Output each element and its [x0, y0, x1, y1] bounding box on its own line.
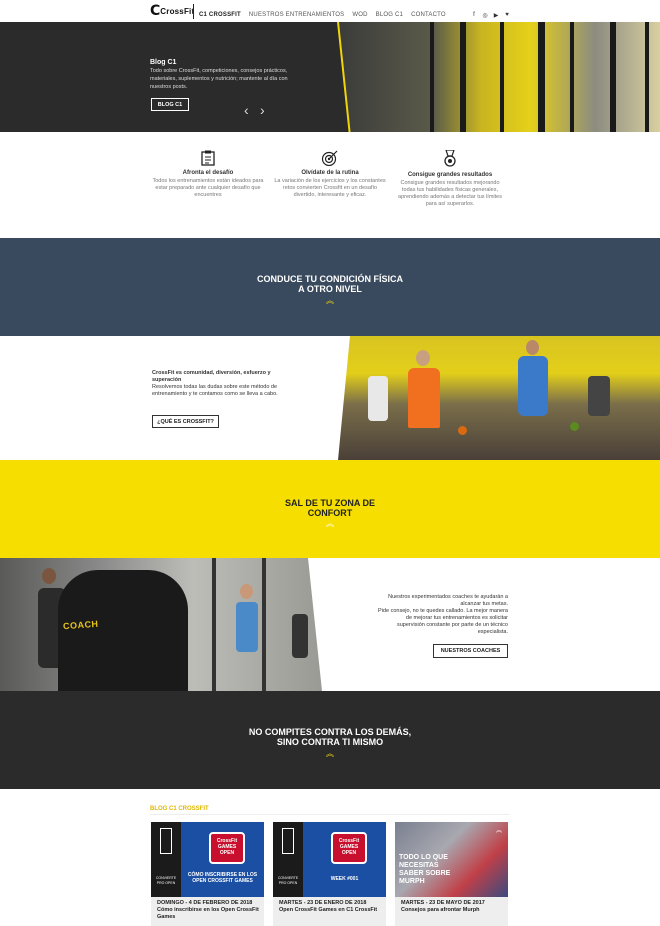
que-es-crossfit-button[interactable]: ¿QUÉ ES CROSSFIT? [152, 415, 219, 428]
blog-card[interactable]: TODO LO QUE NECESITAS SABER SOBRE MURPH … [395, 822, 508, 926]
nuestros-coaches-button[interactable]: NUESTROS COACHES [433, 644, 508, 658]
blog-card-meta: DOMINGO - 4 DE FEBRERO DE 2018 Cómo insc… [157, 900, 261, 921]
banner-condicion: CONDUCE TU CONDICIÓN FÍSICA A OTRO NIVEL… [0, 238, 660, 336]
chevron-up-icon: ︽ [496, 828, 503, 834]
blog-card-title[interactable]: Open CrossFit Games en C1 CrossFit [279, 907, 383, 914]
hero-blog-button[interactable]: BLOG C1 [151, 98, 189, 111]
logo[interactable]: C CrossFit [150, 3, 194, 19]
side-logo [160, 828, 172, 854]
section2-heading: Nuestros experimentados coaches te ayuda… [388, 594, 508, 607]
card-image-caption: WEEK #001 [330, 876, 359, 882]
twitter-icon[interactable]: ♥ [504, 12, 510, 19]
blog-heading: BLOG C1 CROSSFIT [150, 806, 209, 812]
medal-icon [444, 150, 456, 167]
youtube-icon[interactable]: ▶ [493, 12, 499, 19]
blog-card-image: CONVIERTE PRO OPEN CrossFit GAMES OPEN C… [151, 822, 264, 897]
logo-mark: C [150, 3, 160, 19]
banner-title-line2: SINO CONTRA TI MISMO [276, 737, 384, 747]
section1-heading: CrossFit es comunidad, diversión, esfuer… [152, 370, 271, 383]
section-coaches: COACH Nuestros experimentados coaches te… [0, 558, 660, 691]
crossfit-games-badge: CrossFit GAMES OPEN [209, 832, 245, 864]
coach-photo: COACH [0, 558, 322, 691]
blog-card-date: MARTES - 23 DE MAYO DE 2017 [401, 900, 485, 906]
nav-item-wod[interactable]: WOD [352, 12, 367, 18]
group-training-photo [338, 336, 660, 460]
banner-title-line2: CONFORT [307, 508, 353, 518]
feature-title: Consigue grandes resultados [407, 172, 493, 178]
logo-divider [193, 4, 194, 19]
hero-title: Blog C1 [150, 59, 177, 66]
blog-card-title[interactable]: Cómo inscribirse en los Open CrossFit Ga… [157, 907, 261, 921]
chevron-up-icon: ︽ [326, 519, 334, 528]
banner-title-line1: NO COMPITES CONTRA LOS DEMÁS, [248, 727, 412, 737]
instagram-icon[interactable]: ◎ [482, 12, 488, 19]
blog-card[interactable]: CONVIERTE PRO OPEN CrossFit GAMES OPEN C… [151, 822, 264, 926]
feature-text: La variación de los ejercicios y los con… [274, 178, 386, 198]
clipboard-icon [201, 150, 215, 166]
cf-side-panel: CONVIERTE PRO OPEN [151, 822, 181, 897]
nav-item-contacto[interactable]: CONTACTO [411, 12, 446, 18]
feature-title: Olvídate de la rutina [301, 170, 359, 176]
features-section: Afronta el desafío Todos los entrenamien… [0, 132, 660, 238]
section1-text: Resolvemos todas las dudas sobre este mé… [152, 384, 278, 397]
logo-text: CrossFit [160, 6, 195, 16]
blog-divider [150, 814, 510, 815]
nav-item-c1-crossfit[interactable]: C1 CROSSFIT [199, 12, 241, 18]
blog-card[interactable]: CONVIERTE PRO OPEN CrossFit GAMES OPEN W… [273, 822, 386, 926]
blog-card-title[interactable]: Consejos para afrontar Murph [401, 907, 505, 914]
side-caption: CONVIERTE PRO OPEN [155, 876, 177, 885]
side-logo [282, 828, 294, 854]
blog-card-meta: MARTES - 23 DE MAYO DE 2017 Consejos par… [401, 900, 505, 914]
feature-text: Consigue grandes resultados mejorando to… [398, 180, 502, 207]
target-icon [321, 150, 338, 166]
social-links: f ◎ ▶ ♥ [471, 12, 510, 19]
feature-text: Todos los entrenamientos están ideados p… [152, 178, 264, 198]
banner-title-line2: A OTRO NIVEL [298, 284, 362, 294]
feature-resultados: Consigue grandes resultados Consigue gra… [394, 150, 506, 208]
section-que-es-crossfit: CrossFit es comunidad, diversión, esfuer… [0, 336, 660, 460]
chevron-left-icon[interactable]: ‹ [244, 102, 249, 118]
section2-text: Pide consejo, no te quedes callado. La m… [378, 608, 508, 635]
blog-card-date: MARTES - 23 DE ENERO DE 2018 [279, 900, 367, 906]
blog-card-image: TODO LO QUE NECESITAS SABER SOBRE MURPH … [395, 822, 508, 897]
nav-item-entrenamientos[interactable]: NUESTROS ENTRENAMIENTOS [249, 12, 345, 18]
banner-title-line1: SAL DE TU ZONA DE [284, 498, 375, 508]
chevron-up-icon: ︽ [326, 749, 334, 758]
blog-card-date: DOMINGO - 4 DE FEBRERO DE 2018 [157, 900, 253, 906]
banner-confort: SAL DE TU ZONA DE CONFORT ︽ [0, 460, 660, 558]
chevron-right-icon[interactable]: › [260, 102, 265, 118]
hero-text: Todo sobre CrossFit, competiciones, cons… [150, 68, 288, 90]
feature-rutina: Olvídate de la rutina La variación de lo… [274, 150, 386, 199]
blog-card-meta: MARTES - 23 DE ENERO DE 2018 Open CrossF… [279, 900, 383, 914]
banner-no-compites: NO COMPITES CONTRA LOS DEMÁS, SINO CONTR… [0, 691, 660, 789]
site-header: C CrossFit C1 CROSSFIT NUESTROS ENTRENAM… [0, 0, 660, 22]
hero-rack-bars [420, 22, 660, 132]
hero-slider: Blog C1 Todo sobre CrossFit, competicion… [0, 22, 660, 132]
nav-item-blog[interactable]: BLOG C1 [376, 12, 403, 18]
badge-line3: OPEN [341, 850, 357, 856]
side-caption: CONVIERTE PRO OPEN [277, 876, 299, 885]
badge-line3: OPEN [219, 850, 235, 856]
blog-card-image: CONVIERTE PRO OPEN CrossFit GAMES OPEN W… [273, 822, 386, 897]
card-image-caption: TODO LO QUE NECESITAS SABER SOBRE MURPH [399, 854, 451, 885]
cf-side-panel: CONVIERTE PRO OPEN [273, 822, 303, 897]
banner-title-line1: CONDUCE TU CONDICIÓN FÍSICA [257, 274, 403, 284]
main-nav: C1 CROSSFIT NUESTROS ENTRENAMIENTOS WOD … [199, 12, 446, 18]
crossfit-games-badge: CrossFit GAMES OPEN [331, 832, 367, 864]
card-image-caption: CÓMO INSCRIBIRSE EN LOS OPEN CROSSFIT GA… [187, 872, 258, 884]
feature-afronta: Afronta el desafío Todos los entrenamien… [152, 150, 264, 199]
feature-title: Afronta el desafío [182, 170, 234, 176]
chevron-up-icon: ︽ [326, 296, 334, 305]
facebook-icon[interactable]: f [471, 12, 477, 19]
